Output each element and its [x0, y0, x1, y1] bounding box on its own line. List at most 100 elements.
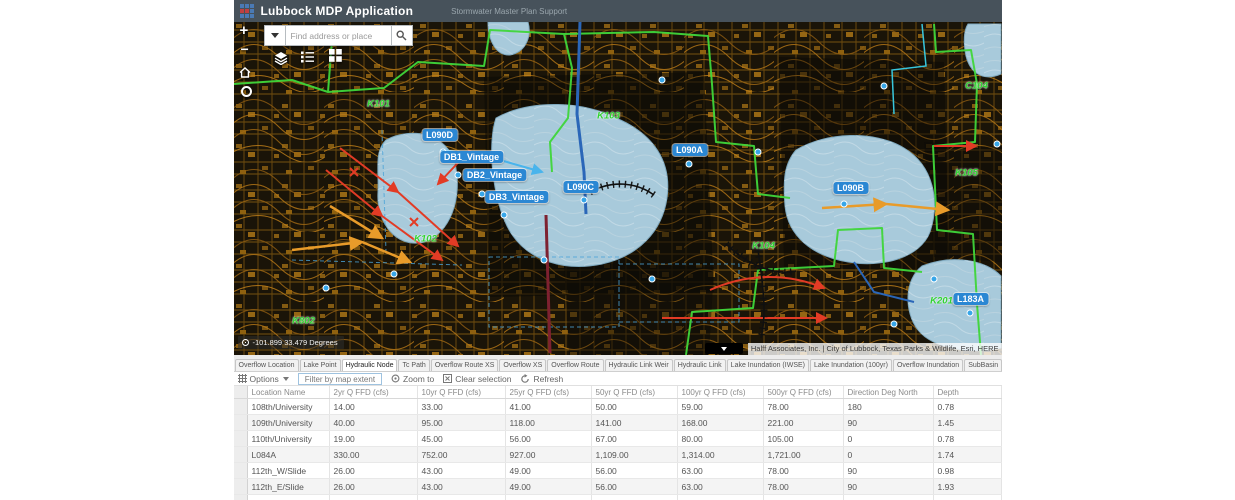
tab-hydraulic-link-weir[interactable]: Hydraulic Link Weir — [605, 359, 673, 371]
table-cell: 90 — [844, 463, 934, 478]
table-toolbar: Options Filter by map extent Zoom to Cle… — [234, 372, 1002, 386]
table-cell: 49.00 — [506, 479, 592, 494]
table-row[interactable]: 114th/Uxbridge16.0031.0037.0042.0052.009… — [234, 495, 1002, 500]
grid-icon — [238, 374, 247, 383]
app-header: Lubbock MDP Application Stormwater Maste… — [234, 0, 1002, 22]
app-subtitle: Stormwater Master Plan Support — [451, 7, 567, 16]
row-selector[interactable] — [234, 495, 248, 500]
attribution-bar: Halff Associates, Inc. | City of Lubbock… — [705, 343, 1002, 355]
row-selector[interactable] — [234, 447, 248, 462]
table-cell: 180 — [844, 399, 934, 414]
node-label-l090c[interactable]: L090C — [563, 181, 598, 193]
row-selector[interactable] — [234, 479, 248, 494]
column-header-100yr-q-ffd-cfs[interactable]: 100yr Q FFD (cfs) — [678, 386, 764, 398]
locate-button[interactable] — [241, 86, 252, 97]
column-header-2yr-q-ffd-cfs[interactable]: 2yr Q FFD (cfs) — [330, 386, 418, 398]
zoom-in-button[interactable]: + — [240, 23, 249, 38]
table-cell: 927.00 — [506, 447, 592, 462]
node-label-l183a[interactable]: L183A — [953, 293, 988, 305]
search-input[interactable] — [285, 25, 391, 46]
table-cell: 90 — [844, 479, 934, 494]
tab-overflow-location[interactable]: Overflow Location — [235, 359, 299, 371]
zoom-out-button[interactable]: − — [241, 42, 249, 56]
search-button[interactable] — [391, 25, 413, 46]
refresh-button[interactable]: Refresh — [520, 374, 563, 384]
clear-selection-button[interactable]: Clear selection — [443, 374, 511, 384]
search-widget — [264, 25, 413, 46]
node-label-db2-vintage[interactable]: DB2_Vintage — [463, 169, 526, 181]
clear-selection-icon — [443, 374, 452, 383]
table-cell: 105.00 — [764, 431, 844, 446]
table-cell: 90 — [844, 415, 934, 430]
table-cell: 141.00 — [592, 415, 678, 430]
layers-button[interactable] — [274, 52, 288, 65]
refresh-label: Refresh — [533, 374, 563, 384]
filter-by-map-extent-button[interactable]: Filter by map extent — [298, 373, 382, 385]
table-cell: 63.00 — [678, 479, 764, 494]
app-logo-icon — [240, 4, 255, 19]
table-row[interactable]: L084A330.00752.00927.001,109.001,314.001… — [234, 447, 1002, 463]
table-cell: 0.78 — [934, 399, 1002, 414]
row-selector[interactable] — [234, 431, 248, 446]
table-row[interactable]: 110th/University19.0045.0056.0067.0080.0… — [234, 431, 1002, 447]
column-header-25yr-q-ffd-cfs[interactable]: 25yr Q FFD (cfs) — [506, 386, 592, 398]
attribution-toggle-button[interactable] — [705, 343, 743, 354]
table-cell: 0 — [844, 447, 934, 462]
attribute-table: Location Name2yr Q FFD (cfs)10yr Q FFD (… — [234, 386, 1002, 500]
basin-label-k103: K103 — [597, 111, 620, 122]
tab-lake-point[interactable]: Lake Point — [300, 359, 341, 371]
table-cell: 752.00 — [418, 447, 506, 462]
column-header-location-name[interactable]: Location Name — [248, 386, 330, 398]
column-header-10yr-q-ffd-cfs[interactable]: 10yr Q FFD (cfs) — [418, 386, 506, 398]
basin-label-k104: K104 — [752, 241, 775, 252]
tab-lake-inundation-100yr[interactable]: Lake Inundation (100yr) — [810, 359, 892, 371]
node-label-db1-vintage[interactable]: DB1_Vintage — [440, 151, 503, 163]
zoom-to-button[interactable]: Zoom to — [391, 374, 434, 384]
table-cell: 221.00 — [764, 415, 844, 430]
options-button[interactable]: Options — [238, 374, 289, 384]
table-cell: 50.00 — [592, 399, 678, 414]
map-container[interactable]: K101K102K103K104K105C104K201K802L090DDB1… — [234, 22, 1002, 355]
tab-hydraulic-link[interactable]: Hydraulic Link — [674, 359, 726, 371]
tab-overflow-xs[interactable]: Overflow XS — [499, 359, 546, 371]
tab-tc-path[interactable]: Tc Path — [398, 359, 429, 371]
tab-overflow-route[interactable]: Overflow Route — [547, 359, 603, 371]
search-source-dropdown[interactable] — [264, 25, 285, 46]
table-cell: 168.00 — [678, 415, 764, 430]
row-selector[interactable] — [234, 463, 248, 478]
table-row[interactable]: 109th/University40.0095.00118.00141.0016… — [234, 415, 1002, 431]
node-label-l090b[interactable]: L090B — [833, 182, 868, 194]
table-cell: 112th_E/Slide — [248, 479, 330, 494]
row-selector[interactable] — [234, 399, 248, 414]
zoom-to-icon — [391, 374, 400, 383]
table-cell: L084A — [248, 447, 330, 462]
tab-hydraulic-node[interactable]: Hydraulic Node — [342, 359, 398, 372]
home-button[interactable] — [239, 67, 251, 78]
column-header-direction-deg-north[interactable]: Direction Deg North — [844, 386, 934, 398]
tab-subbasin[interactable]: SubBasin — [964, 359, 1001, 371]
table-row[interactable]: 108th/University14.0033.0041.0050.0059.0… — [234, 399, 1002, 415]
node-label-l090d[interactable]: L090D — [422, 129, 457, 141]
chevron-down-icon — [271, 33, 279, 38]
node-label-l090a[interactable]: L090A — [672, 144, 707, 156]
table-cell: 1,109.00 — [592, 447, 678, 462]
column-header-500yr-q-ffd-cfs[interactable]: 500yr Q FFD (cfs) — [764, 386, 844, 398]
tab-overflow-route-xs[interactable]: Overflow Route XS — [431, 359, 499, 371]
app-title: Lubbock MDP Application — [261, 4, 414, 18]
tab-lake-inundation-iwse[interactable]: Lake Inundation (IWSE) — [727, 359, 809, 371]
table-cell: 112th_W/Slide — [248, 463, 330, 478]
table-row[interactable]: 112th_W/Slide26.0043.0049.0056.0063.0078… — [234, 463, 1002, 479]
column-header-50yr-q-ffd-cfs[interactable]: 50yr Q FFD (cfs) — [592, 386, 678, 398]
table-cell: 26.00 — [330, 479, 418, 494]
app-window: Lubbock MDP Application Stormwater Maste… — [234, 0, 1002, 500]
row-selector[interactable] — [234, 415, 248, 430]
column-header-depth[interactable]: Depth — [934, 386, 1002, 398]
table-body: 108th/University14.0033.0041.0050.0059.0… — [234, 399, 1002, 500]
tab-overflow-inundation[interactable]: Overflow Inundation — [893, 359, 963, 371]
node-label-db3-vintage[interactable]: DB3_Vintage — [485, 191, 548, 203]
legend-button[interactable] — [301, 51, 314, 63]
table-cell: 43.00 — [418, 463, 506, 478]
table-row[interactable]: 112th_E/Slide26.0043.0049.0056.0063.0078… — [234, 479, 1002, 495]
basemap-gallery-button[interactable] — [329, 49, 342, 62]
table-cell: 31.00 — [418, 495, 506, 500]
